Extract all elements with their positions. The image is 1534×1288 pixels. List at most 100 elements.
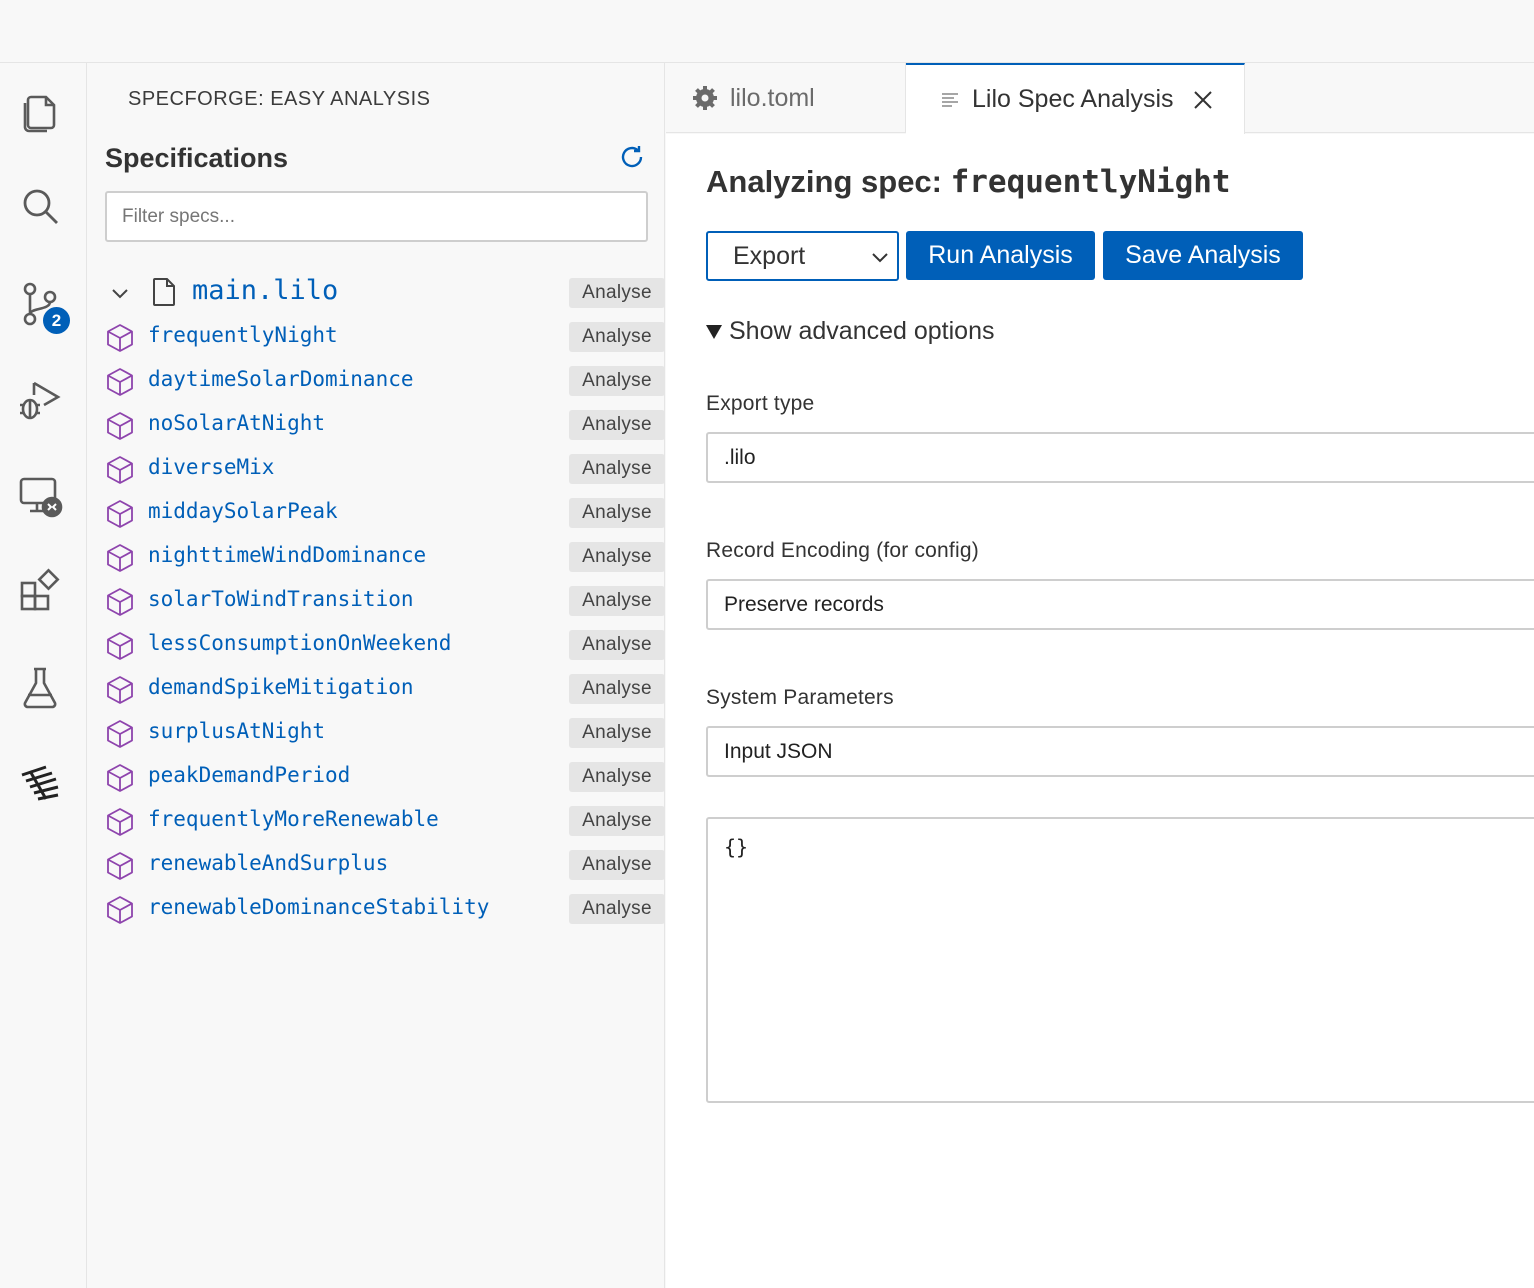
spec-row[interactable]: lessConsumptionOnWeekend Analyse xyxy=(88,625,665,669)
close-icon[interactable] xyxy=(1192,89,1214,111)
spec-row[interactable]: frequentlyNight Analyse xyxy=(88,317,665,361)
analyse-button[interactable]: Analyse xyxy=(569,454,665,484)
spec-cube-icon xyxy=(107,896,133,924)
explorer-icon[interactable] xyxy=(14,85,66,137)
spec-cube-icon xyxy=(107,324,133,352)
analyse-button[interactable]: Analyse xyxy=(569,322,665,352)
extensions-icon[interactable] xyxy=(14,565,66,617)
system-parameters-label: System Parameters xyxy=(706,686,894,709)
tab-lilo-spec-analysis[interactable]: Lilo Spec Analysis xyxy=(906,63,1245,134)
spec-cube-icon xyxy=(107,764,133,792)
spec-row[interactable]: diverseMix Analyse xyxy=(88,449,665,493)
remote-explorer-icon[interactable] xyxy=(14,469,66,521)
spec-row[interactable]: demandSpikeMitigation Analyse xyxy=(88,669,665,713)
spec-name[interactable]: daytimeSolarDominance xyxy=(148,367,414,391)
spec-row[interactable]: solarToWindTransition Analyse xyxy=(88,581,665,625)
spec-row[interactable]: surplusAtNight Analyse xyxy=(88,713,665,757)
title-spec-name: frequentlyNight xyxy=(950,164,1231,200)
search-icon[interactable] xyxy=(14,181,66,233)
spec-name[interactable]: lessConsumptionOnWeekend xyxy=(148,631,451,655)
chevron-down-icon xyxy=(872,253,888,263)
mode-select[interactable]: Export xyxy=(706,231,899,281)
refresh-icon[interactable] xyxy=(618,143,646,171)
json-input-textarea[interactable]: {} xyxy=(706,817,1534,1103)
spec-name[interactable]: noSolarAtNight xyxy=(148,411,325,435)
spec-name[interactable]: diverseMix xyxy=(148,455,274,479)
spec-row[interactable]: daytimeSolarDominance Analyse xyxy=(88,361,665,405)
specforge-sidebar: SPECFORGE: EASY ANALYSIS Specifications … xyxy=(88,63,665,1288)
title-bar xyxy=(0,0,1534,63)
spec-row[interactable]: peakDemandPeriod Analyse xyxy=(88,757,665,801)
spec-cube-icon xyxy=(107,456,133,484)
analyse-button[interactable]: Analyse xyxy=(569,542,665,572)
spec-name[interactable]: frequentlyMoreRenewable xyxy=(148,807,439,831)
spec-cube-icon xyxy=(107,588,133,616)
record-encoding-label: Record Encoding (for config) xyxy=(706,539,979,562)
spec-cube-icon xyxy=(107,632,133,660)
spec-cube-icon xyxy=(107,544,133,572)
gear-icon xyxy=(693,86,717,110)
spec-cube-icon xyxy=(107,852,133,880)
sidebar-title: SPECFORGE: EASY ANALYSIS xyxy=(128,88,431,110)
analyse-button[interactable]: Analyse xyxy=(569,410,665,440)
export-type-field[interactable]: .lilo xyxy=(706,432,1534,483)
preview-icon xyxy=(942,92,958,107)
testing-icon[interactable] xyxy=(14,661,66,713)
analysis-panel: Analyzing spec: frequentlyNight Export R… xyxy=(666,134,1534,1288)
filter-specs-input[interactable] xyxy=(105,191,648,242)
file-name[interactable]: main.lilo xyxy=(192,275,338,306)
spec-name[interactable]: solarToWindTransition xyxy=(148,587,414,611)
source-control-badge: 2 xyxy=(41,305,72,336)
spec-name[interactable]: renewableDominanceStability xyxy=(148,895,489,919)
analyse-button[interactable]: Analyse xyxy=(569,806,665,836)
spec-row[interactable]: middaySolarPeak Analyse xyxy=(88,493,665,537)
spec-name[interactable]: nighttimeWindDominance xyxy=(148,543,426,567)
page-title: Analyzing spec: frequentlyNight xyxy=(706,164,1231,200)
run-debug-icon[interactable] xyxy=(14,373,66,425)
triangle-down-icon xyxy=(706,324,722,339)
specifications-heading: Specifications xyxy=(105,143,289,173)
record-encoding-field[interactable]: Preserve records xyxy=(706,579,1534,630)
spec-name[interactable]: middaySolarPeak xyxy=(148,499,338,523)
spec-name[interactable]: renewableAndSurplus xyxy=(148,851,388,875)
editor-tabs: lilo.toml Lilo Spec Analysis xyxy=(666,63,1534,134)
save-analysis-button[interactable]: Save Analysis xyxy=(1103,231,1303,280)
spec-row[interactable]: renewableDominanceStability Analyse xyxy=(88,889,665,933)
spec-name[interactable]: frequentlyNight xyxy=(148,323,338,347)
analyse-button[interactable]: Analyse xyxy=(569,674,665,704)
analyse-button[interactable]: Analyse xyxy=(569,586,665,616)
system-parameters-field[interactable]: Input JSON xyxy=(706,726,1534,777)
analyse-button[interactable]: Analyse xyxy=(569,762,665,792)
file-icon xyxy=(153,278,175,306)
run-analysis-button[interactable]: Run Analysis xyxy=(906,231,1095,280)
analyse-button[interactable]: Analyse xyxy=(569,718,665,748)
spec-cube-icon xyxy=(107,720,133,748)
spec-cube-icon xyxy=(107,368,133,396)
analyse-button[interactable]: Analyse xyxy=(569,894,665,924)
spec-row[interactable]: noSolarAtNight Analyse xyxy=(88,405,665,449)
spec-name[interactable]: peakDemandPeriod xyxy=(148,763,350,787)
tab-lilo-toml[interactable]: lilo.toml xyxy=(666,63,906,133)
spec-row[interactable]: nighttimeWindDominance Analyse xyxy=(88,537,665,581)
spec-cube-icon xyxy=(107,676,133,704)
title-prefix: Analyzing spec: xyxy=(706,164,951,199)
analyse-button[interactable]: Analyse xyxy=(569,366,665,396)
spec-cube-icon xyxy=(107,808,133,836)
advanced-options-toggle[interactable]: Show advanced options xyxy=(706,317,994,346)
analyse-button[interactable]: Analyse xyxy=(569,278,665,308)
spec-name[interactable]: demandSpikeMitigation xyxy=(148,675,414,699)
spec-row[interactable]: frequentlyMoreRenewable Analyse xyxy=(88,801,665,845)
tab-label: lilo.toml xyxy=(730,83,815,112)
chevron-down-icon[interactable] xyxy=(108,281,132,305)
analyse-button[interactable]: Analyse xyxy=(569,850,665,880)
file-row-main-lilo[interactable]: main.lilo Analyse xyxy=(88,273,665,317)
spec-row[interactable]: renewableAndSurplus Analyse xyxy=(88,845,665,889)
spec-name[interactable]: surplusAtNight xyxy=(148,719,325,743)
spec-cube-icon xyxy=(107,500,133,528)
advanced-options-label: Show advanced options xyxy=(729,317,995,345)
analyse-button[interactable]: Analyse xyxy=(569,498,665,528)
specforge-icon[interactable] xyxy=(14,757,66,809)
export-type-label: Export type xyxy=(706,392,815,415)
analyse-button[interactable]: Analyse xyxy=(569,630,665,660)
mode-select-value: Export xyxy=(733,241,806,270)
